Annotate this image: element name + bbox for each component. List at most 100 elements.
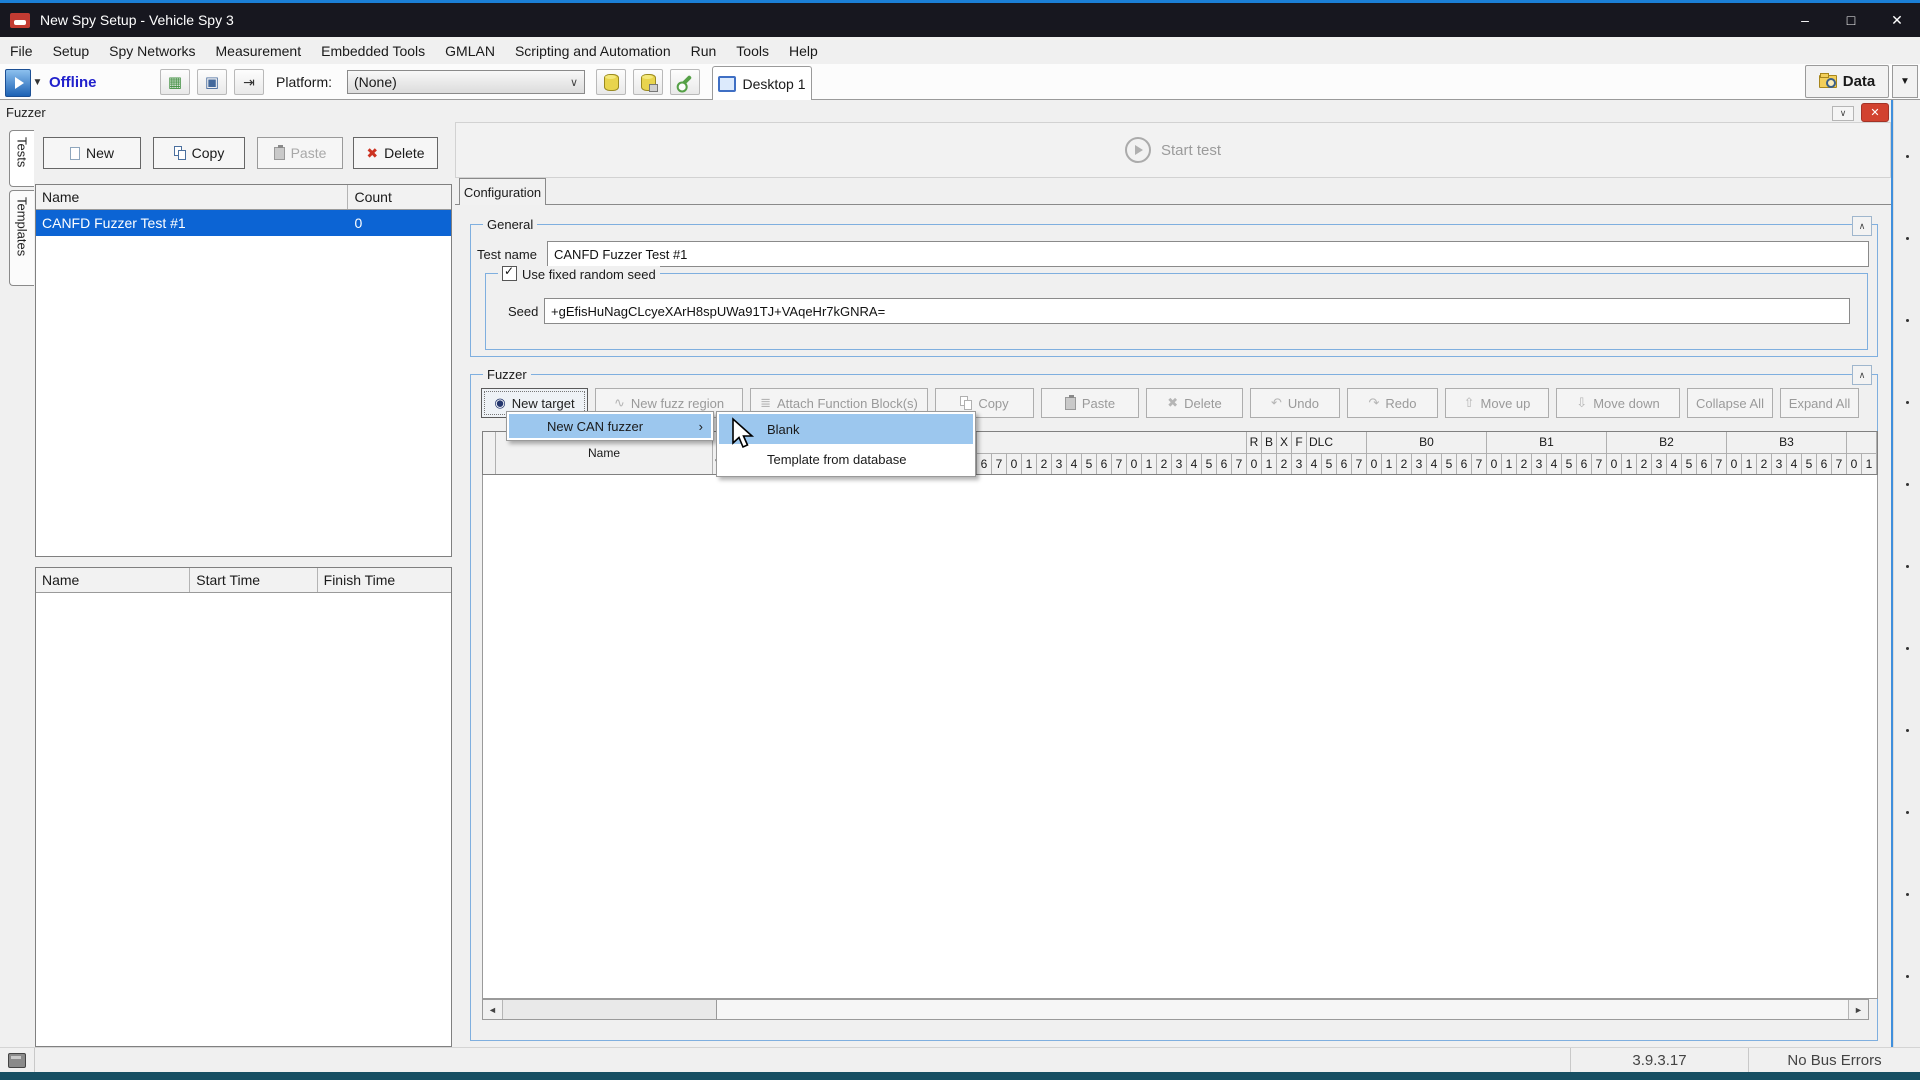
menu-scripting-and-automation[interactable]: Scripting and Automation [505,37,681,64]
bit-column[interactable]: 2 [1037,454,1052,475]
test-name-input[interactable] [547,241,1869,267]
test-row-selected[interactable]: CANFD Fuzzer Test #1 0 [36,210,451,236]
new-button[interactable]: New [43,137,141,169]
collapse-fuzzer-button[interactable]: ∧ [1852,365,1872,385]
bit-column[interactable]: 4 [1667,454,1682,475]
bit-column[interactable]: 1 [1862,454,1877,475]
collapse-general-button[interactable]: ∧ [1852,216,1872,236]
bit-column[interactable]: 0 [1367,454,1382,475]
copy-button[interactable]: Copy [153,137,245,169]
bit-column[interactable]: 6 [1097,454,1112,475]
delete-button[interactable]: ✖Delete [1146,388,1243,418]
scroll-left-arrow[interactable]: ◄ [483,1000,503,1019]
bit-column[interactable]: 3 [1172,454,1187,475]
bit-column[interactable]: 2 [1517,454,1532,475]
bit-column[interactable]: 1 [1742,454,1757,475]
bit-column[interactable]: 7 [1472,454,1487,475]
bit-column[interactable]: 2 [1397,454,1412,475]
bit-column[interactable]: 0 [1487,454,1502,475]
bit-column[interactable]: 3 [1052,454,1067,475]
scrollbar-thumb[interactable] [503,1000,717,1019]
bit-column[interactable]: 1 [1142,454,1157,475]
bit-column[interactable]: 3 [1772,454,1787,475]
bit-column[interactable]: 0 [1247,454,1262,475]
bit-column[interactable]: 6 [977,454,992,475]
menu-run[interactable]: Run [681,37,727,64]
tab-desktop-1[interactable]: Desktop 1 [712,66,812,101]
bit-column[interactable]: 2 [1637,454,1652,475]
menu-item-new-can-fuzzer[interactable]: New CAN fuzzer › [509,414,711,438]
expand-all-button[interactable]: Expand All [1780,388,1859,418]
horizontal-scrollbar[interactable]: ◄ ► [482,999,1869,1020]
setup-button[interactable] [670,69,700,95]
bit-column[interactable]: 7 [1232,454,1247,475]
column-name[interactable]: Name [36,185,348,209]
messages-view-button[interactable]: ▦ [160,69,190,95]
bit-column[interactable]: 0 [1727,454,1742,475]
bit-column[interactable]: 6 [1337,454,1352,475]
bit-column[interactable]: 2 [1757,454,1772,475]
maximize-button[interactable]: □ [1828,3,1874,37]
tab-configuration[interactable]: Configuration [459,178,546,205]
bit-column[interactable]: 4 [1787,454,1802,475]
panel-menu-button[interactable]: ∨ [1832,106,1854,121]
bit-column[interactable]: 5 [1082,454,1097,475]
fixed-seed-checkbox[interactable] [502,266,517,281]
database-export-button[interactable] [633,69,663,95]
menu-measurement[interactable]: Measurement [206,37,312,64]
bit-column[interactable]: 0 [1127,454,1142,475]
paste-button[interactable]: Paste [1041,388,1139,418]
bit-column[interactable]: 0 [1607,454,1622,475]
bit-column[interactable]: 3 [1292,454,1307,475]
scroll-right-arrow[interactable]: ► [1848,1000,1868,1019]
bit-column[interactable]: 7 [992,454,1007,475]
bit-column[interactable]: 4 [1187,454,1202,475]
bit-column[interactable]: 6 [1697,454,1712,475]
logon-button[interactable]: ⇥ [234,69,264,95]
side-tab-templates[interactable]: Templates [9,190,34,286]
bit-column[interactable]: 4 [1067,454,1082,475]
menu-setup[interactable]: Setup [43,37,100,64]
menu-embedded-tools[interactable]: Embedded Tools [311,37,435,64]
collapse-all-button[interactable]: Collapse All [1687,388,1773,418]
undo-button[interactable]: ↶Undo [1250,388,1340,418]
move-down-button[interactable]: ⇩Move down [1556,388,1680,418]
bit-column[interactable]: 6 [1457,454,1472,475]
paste-button[interactable]: Paste [257,137,343,169]
column-run-name[interactable]: Name [36,568,190,592]
save-button[interactable]: ▣ [197,69,227,95]
bit-column[interactable]: 2 [1277,454,1292,475]
menu-tools[interactable]: Tools [726,37,779,64]
bit-column[interactable]: 1 [1622,454,1637,475]
bit-column[interactable]: 2 [1157,454,1172,475]
menu-help[interactable]: Help [779,37,828,64]
bit-column[interactable]: 1 [1022,454,1037,475]
seed-input[interactable] [544,298,1850,324]
bit-column[interactable]: 0 [1847,454,1862,475]
bit-column[interactable]: 5 [1682,454,1697,475]
run-dropdown-button[interactable]: ▼ [30,69,45,95]
platform-select[interactable]: (None) ∨ [347,70,585,94]
run-button[interactable] [5,69,31,97]
menu-file[interactable]: File [0,37,43,64]
bit-column[interactable]: 6 [1577,454,1592,475]
bit-column[interactable]: 4 [1547,454,1562,475]
minimize-button[interactable]: – [1782,3,1828,37]
bit-column[interactable]: 7 [1352,454,1367,475]
close-button[interactable]: ✕ [1874,3,1920,37]
bit-column[interactable]: 7 [1112,454,1127,475]
bit-column[interactable]: 7 [1712,454,1727,475]
redo-button[interactable]: ↷Redo [1347,388,1438,418]
panel-close-button[interactable]: ✕ [1861,103,1889,122]
bit-column[interactable]: 3 [1652,454,1667,475]
delete-button[interactable]: ✖Delete [353,137,438,169]
move-up-button[interactable]: ⇧Move up [1445,388,1549,418]
bit-column[interactable]: 3 [1532,454,1547,475]
bit-column[interactable]: 6 [1217,454,1232,475]
menu-gmlan[interactable]: GMLAN [435,37,505,64]
submenu-item-blank[interactable]: Blank [719,414,973,444]
data-button[interactable]: Data [1805,65,1889,98]
bit-column[interactable]: 7 [1832,454,1847,475]
column-count[interactable]: Count [348,185,451,209]
bit-column[interactable]: 1 [1502,454,1517,475]
